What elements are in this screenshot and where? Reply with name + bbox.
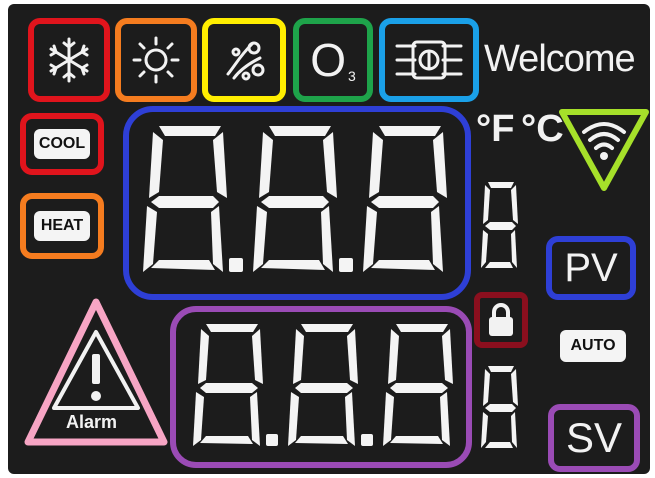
sv-label: SV: [565, 414, 623, 461]
ozone-highlight: O 3: [293, 18, 373, 102]
fan-highlight: [202, 18, 286, 102]
snowflake-highlight: [28, 18, 110, 102]
fahrenheit-label: °F: [476, 108, 515, 150]
sun-highlight: [115, 18, 197, 102]
heat-highlight: HEAT: [20, 193, 104, 259]
auto-label: AUTO: [560, 330, 626, 362]
ozone-subscript: 3: [347, 68, 356, 84]
filter-highlight: [379, 18, 479, 102]
sun-icon: [131, 35, 181, 85]
small-digit-upper: [481, 182, 518, 268]
warning-icon: [91, 354, 101, 401]
fan-icon: [218, 34, 270, 86]
main-display-highlight: [123, 106, 471, 300]
wifi-icon: [582, 122, 626, 150]
secondary-display-highlight: [170, 306, 472, 468]
ozone-letter: O: [310, 34, 346, 86]
sv-highlight: SV: [548, 404, 640, 472]
filter-icon: [395, 38, 463, 82]
snowflake-icon: [44, 35, 94, 85]
lock-highlight: [474, 292, 528, 348]
wifi-highlight: [558, 108, 650, 192]
welcome-label: Welcome: [484, 38, 636, 80]
secondary-display-digits: [193, 324, 453, 446]
main-display-digits: [143, 126, 447, 272]
heat-label: HEAT: [34, 211, 90, 241]
ozone-icon: O 3: [310, 37, 356, 83]
cool-label: COOL: [34, 129, 90, 159]
alarm-label: Alarm: [66, 412, 118, 432]
lock-icon: [487, 302, 515, 338]
pv-label: PV: [564, 245, 618, 290]
pv-highlight: PV: [546, 236, 636, 300]
cool-highlight: COOL: [20, 113, 104, 175]
small-digit-lower: [481, 366, 518, 448]
